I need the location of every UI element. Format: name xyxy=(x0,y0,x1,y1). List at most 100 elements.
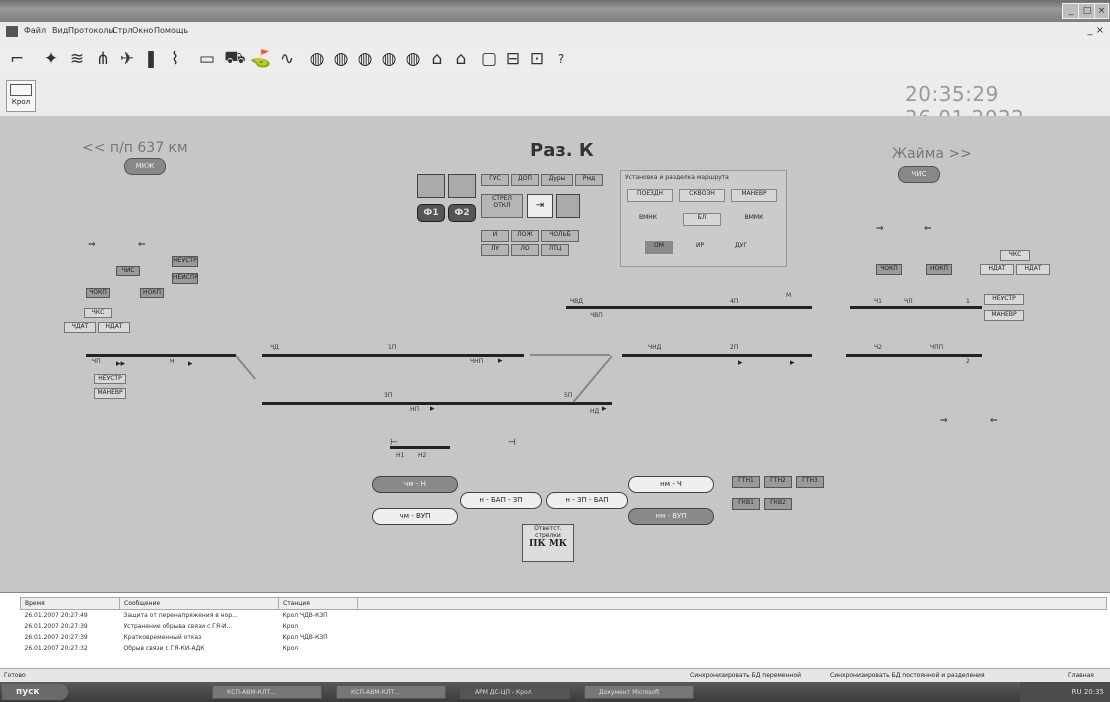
crane-icon[interactable]: ⛳ xyxy=(250,48,272,70)
menu-bar: Файл Вид Протоколы Стрл Окно Помощь _ × xyxy=(0,22,1110,43)
signal-icon[interactable]: ⌐ xyxy=(6,48,28,70)
task-button-3[interactable]: АРМ ДС-ЦП - Крол xyxy=(460,685,570,699)
left-neispr-tag: НЕИСПР xyxy=(172,273,198,284)
lu-button[interactable]: ЛУ xyxy=(481,244,509,256)
log-cell-message: Обрыв связи с ГЯ-КИ-АДК xyxy=(123,645,205,652)
main-status-button[interactable]: Главная xyxy=(1068,672,1094,679)
table-row[interactable]: 26.01.2007 20:27:49 Защита от перенапряж… xyxy=(21,610,1107,622)
route-ir-button[interactable]: ИР xyxy=(687,241,713,254)
gtn2-tag[interactable]: ГТН2 xyxy=(764,476,792,488)
cholb-button[interactable]: ЧОЛЬБ xyxy=(541,230,579,242)
route-nm-vup-button[interactable]: нм - ВУП xyxy=(628,508,714,525)
signal-nd-icon: ▸ xyxy=(602,404,607,414)
wave-icon[interactable]: ∿ xyxy=(276,48,298,70)
route-icon[interactable]: ⌇ xyxy=(164,48,186,70)
gkv1-tag[interactable]: ГКВ1 xyxy=(732,498,760,510)
log-col-station[interactable]: Станция xyxy=(278,597,358,610)
route-bl-button[interactable]: БЛ xyxy=(683,213,721,226)
track-label-n1: Н1 xyxy=(396,452,405,459)
monitor-icon[interactable]: ▭ xyxy=(196,48,218,70)
route-chm-vup-button[interactable]: чм - ВУП xyxy=(372,508,458,525)
task-button-1[interactable]: КСП-АВМ-КЛТ... xyxy=(212,685,322,699)
log-col-message[interactable]: Сообщение xyxy=(119,597,279,610)
menu-switches[interactable]: Стрл xyxy=(112,26,132,35)
lo-button[interactable]: ЛО xyxy=(511,244,539,256)
left-chdat-tag: ЧДАТ xyxy=(64,322,96,333)
window-1-icon[interactable]: ▢ xyxy=(478,48,500,70)
window-2-icon[interactable]: ⊟ xyxy=(502,48,524,70)
close-button[interactable]: × xyxy=(1094,3,1109,19)
i-button[interactable]: И xyxy=(481,230,509,242)
gkv2-tag[interactable]: ГКВ2 xyxy=(764,498,792,510)
dop-button[interactable]: ДОП xyxy=(511,174,539,186)
menu-help[interactable]: Помощь xyxy=(154,26,188,35)
route-skvozn-button[interactable]: СКВОЗН xyxy=(679,189,725,202)
rmd-button[interactable]: Рмд xyxy=(575,174,603,186)
sync-constant-button[interactable]: Синхронизировать БД постоянной и разделе… xyxy=(830,672,985,679)
route-chm-n-button[interactable]: чм - Н xyxy=(372,476,458,493)
route-vmnk-button[interactable]: ВМНК xyxy=(629,213,667,226)
right-direction-label: Жаймa >> xyxy=(892,146,972,162)
control-square-1[interactable] xyxy=(417,174,445,198)
window-3-icon[interactable]: ⊡ xyxy=(526,48,548,70)
switch-icon[interactable]: ⋔ xyxy=(92,48,114,70)
crossing-icon[interactable]: ≋ xyxy=(66,48,88,70)
route-nm-ch-button[interactable]: нм - Ч xyxy=(628,476,714,493)
dial-3-icon[interactable]: ◍ xyxy=(354,48,376,70)
f2-button[interactable]: Ф2 xyxy=(448,204,476,222)
left-neighbor-button[interactable]: МКЖ xyxy=(124,158,166,175)
dial-1-icon[interactable]: ◍ xyxy=(306,48,328,70)
task-button-2[interactable]: КСП-АВМ-КЛТ... xyxy=(336,685,446,699)
ltc-button[interactable]: ЛТЦ xyxy=(541,244,569,256)
control-square-3[interactable] xyxy=(556,194,580,218)
walker-icon[interactable]: ✦ xyxy=(40,48,62,70)
dury-button[interactable]: Дуры xyxy=(541,174,573,186)
dial-4-icon[interactable]: ◍ xyxy=(378,48,400,70)
right-nokp-tag: НОКП xyxy=(926,264,952,275)
switch-position-icon[interactable]: ⇥ xyxy=(527,194,553,218)
house-1-icon[interactable]: ⌂ xyxy=(426,48,448,70)
menu-view[interactable]: Вид xyxy=(52,26,68,35)
signal-arrow-right-4: ⇐ xyxy=(990,416,998,426)
dial-2-icon[interactable]: ◍ xyxy=(330,48,352,70)
gtn1-tag[interactable]: ГТН1 xyxy=(732,476,760,488)
table-row[interactable]: 26.01.2007 20:27:39 Кратковременный отка… xyxy=(21,632,1107,643)
gtn3-tag[interactable]: ГТН3 xyxy=(796,476,824,488)
log-cell-station: Крол ЧДВ-КЗП xyxy=(282,612,328,619)
start-button[interactable]: пуск xyxy=(2,684,68,700)
strel-button[interactable]: СТРЕЛ ОТКЛ xyxy=(481,194,523,218)
route-dug-button[interactable]: ДУГ xyxy=(725,241,757,254)
track-label-chnp: ЧНП xyxy=(470,358,484,365)
route-om-button[interactable]: ОМ xyxy=(645,241,673,254)
responsible-switches-box[interactable]: Ответст. стрелки ПК МК xyxy=(522,524,574,562)
lozh-button[interactable]: ЛОЖ xyxy=(511,230,539,242)
column-icon[interactable]: ❚ xyxy=(140,48,162,70)
gus-button[interactable]: ГУС xyxy=(481,174,509,186)
house-2-icon[interactable]: ⌂ xyxy=(450,48,472,70)
menu-file[interactable]: Файл xyxy=(24,26,46,35)
route-n-zp-bap-button[interactable]: н - ЗП - БАП xyxy=(546,492,628,509)
route-vmmk-button[interactable]: ВММК xyxy=(735,213,773,226)
task-button-4[interactable]: Документ Microsoft xyxy=(584,685,694,699)
station-tab[interactable]: Крол xyxy=(6,80,36,112)
table-row[interactable]: 26.01.2007 20:27:32 Обрыв связи с ГЯ-КИ-… xyxy=(21,643,1107,654)
plane-icon[interactable]: ✈ xyxy=(116,48,138,70)
f1-button[interactable]: Ф1 xyxy=(417,204,445,222)
menu-window[interactable]: Окно xyxy=(132,26,153,35)
route-poezdn-button[interactable]: ПОЕЗДН xyxy=(627,189,673,202)
dial-5-icon[interactable]: ◍ xyxy=(402,48,424,70)
control-square-2[interactable] xyxy=(448,174,476,198)
menu-protocols[interactable]: Протоколы xyxy=(68,26,115,35)
mdi-controls[interactable]: _ × xyxy=(1087,25,1104,36)
table-row[interactable]: 26.01.2007 20:27:39 Устранение обрыва св… xyxy=(21,621,1107,632)
toolbar: ⌐ ✦ ≋ ⋔ ✈ ❚ ⌇ ▭ ⛟ ⛳ ∿ ◍ ◍ ◍ ◍ ◍ ⌂ ⌂ ▢ ⊟ … xyxy=(0,42,1110,77)
help-icon[interactable]: ? xyxy=(550,48,572,70)
route-n-bap-zp-button[interactable]: н - БАП - ЗП xyxy=(460,492,542,509)
left-nokp-tag: НОКП xyxy=(140,288,164,298)
train-icon[interactable]: ⛟ xyxy=(224,48,246,70)
sync-variable-button[interactable]: Синхронизировать БД переменной xyxy=(690,672,801,679)
signal-np-icon: ▸ xyxy=(430,404,435,414)
right-neighbor-button[interactable]: ЧИС xyxy=(898,166,940,183)
log-col-time[interactable]: Время xyxy=(20,597,120,610)
route-manevr-button[interactable]: МАНЕВР xyxy=(731,189,777,202)
